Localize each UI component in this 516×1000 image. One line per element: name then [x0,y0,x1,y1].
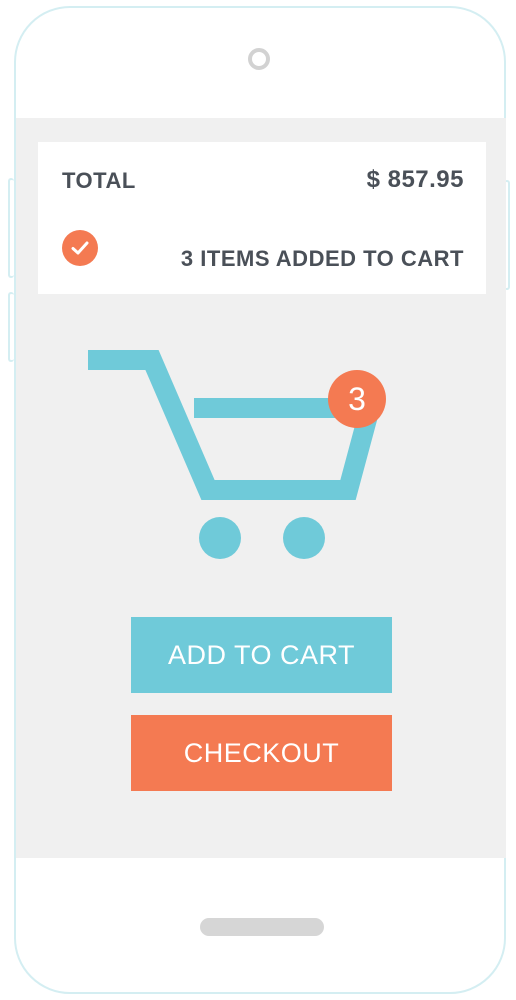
total-label: TOTAL [62,168,136,193]
cart-status-text: 3 ITEMS ADDED TO CART [180,246,464,271]
add-to-cart-button[interactable]: ADD TO CART [131,617,392,693]
volume-up-button [8,178,14,278]
cart-count-badge: 3 [328,370,386,428]
checkmark-icon [62,230,98,266]
checkout-button[interactable]: CHECKOUT [131,715,392,791]
volume-down-button [8,292,14,362]
total-value: $ 857.95 [366,166,464,193]
home-indicator[interactable] [200,918,324,936]
front-camera [248,48,270,70]
